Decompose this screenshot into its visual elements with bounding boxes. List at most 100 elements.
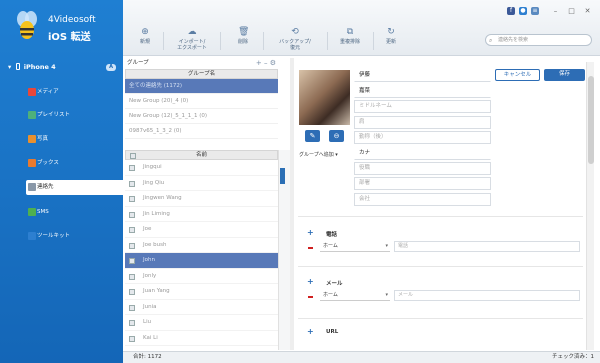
contact-checkbox[interactable] (129, 258, 135, 264)
group-row[interactable]: New Group (20)_4 (0) (125, 94, 278, 109)
app-logo: 4Videosoft iOS 転送 (14, 6, 129, 46)
job-title-field[interactable]: 役職 (354, 162, 491, 175)
contact-row[interactable]: Junia (125, 300, 278, 315)
search-input[interactable]: ⌕ 連絡先を検索 (485, 34, 592, 46)
contact-checkbox[interactable] (129, 227, 135, 233)
feedback-icon[interactable]: ≡ (531, 7, 539, 15)
contact-checkbox[interactable] (129, 289, 135, 295)
expand-triangle-icon[interactable]: ▾ (8, 63, 11, 71)
minimize-icon[interactable]: – (551, 7, 560, 16)
contact-checkbox[interactable] (129, 242, 135, 249)
name-column-header[interactable]: 名前 (125, 150, 278, 160)
sidebar-item-books[interactable]: ブックス (26, 156, 123, 171)
name-column-label: 名前 (195, 152, 207, 158)
toolkit-icon (28, 232, 36, 240)
mail-type-value: ホーム (323, 292, 338, 298)
contact-checkbox[interactable] (129, 273, 135, 280)
group-select[interactable]: グループへ追加 ▾ (299, 151, 351, 160)
dedupe-label: 重複排除 (339, 39, 360, 45)
contact-checkbox[interactable] (129, 211, 135, 218)
title-field[interactable]: 肩 (354, 116, 491, 129)
mail-type-select[interactable]: ホーム ▾ (320, 290, 390, 301)
device-row[interactable]: ▾ iPhone 4 A (8, 63, 120, 73)
cancel-button[interactable]: キャンセル (495, 69, 540, 81)
edit-icon: ✎ (309, 132, 316, 140)
select-all-checkbox[interactable] (130, 153, 136, 159)
contact-row[interactable]: John (125, 253, 278, 269)
phone-input[interactable]: 電話 (394, 241, 580, 252)
phone-type-select[interactable]: ホーム ▾ (320, 241, 390, 252)
contact-row[interactable]: Jingqui (125, 160, 278, 176)
save-button[interactable]: 保存 (544, 69, 585, 81)
detail-scrollbar[interactable] (586, 62, 594, 350)
mail-input[interactable]: メール (394, 290, 580, 301)
import-export-button[interactable]: ☁ インポート/ エクスポート (171, 27, 213, 51)
add-phone-icon[interactable]: + (307, 228, 314, 237)
remove-phone-icon[interactable] (308, 247, 313, 249)
add-group-icon[interactable]: + (256, 59, 262, 67)
group-row[interactable]: 0987v65_1_3_2 (0) (125, 124, 278, 139)
chat-icon[interactable]: ● (519, 7, 527, 15)
kana-field[interactable]: カナ (354, 147, 491, 160)
new-label: 新規 (139, 39, 150, 45)
contact-row[interactable]: Jingwen Wang (125, 191, 278, 207)
groups-panel: グループ + – ⚙ グループ名 全ての連絡先 (1172) New Group… (125, 58, 278, 139)
add-mail-icon[interactable]: + (307, 277, 314, 286)
contact-checkbox[interactable] (129, 304, 135, 311)
remove-photo-button[interactable]: ⊖ (329, 130, 344, 142)
contact-name: Jingqui (143, 164, 162, 170)
delete-button[interactable]: 🗑 削除 (235, 27, 251, 45)
url-section-title: URL (326, 329, 339, 335)
contact-checkbox[interactable] (129, 335, 135, 342)
scrollbar-thumb[interactable] (588, 76, 594, 164)
contact-row[interactable]: Joe bush (125, 238, 278, 253)
close-icon[interactable]: ✕ (583, 7, 592, 16)
total-count: 合計: 1172 (133, 354, 162, 360)
backup-restore-button[interactable]: ⟲ バックアップ/ 復元 (273, 27, 317, 51)
pronunciation-field[interactable]: 勤称（後） (354, 131, 491, 144)
edit-photo-button[interactable]: ✎ (305, 130, 320, 142)
group-name-column-header[interactable]: グループ名 (125, 69, 278, 79)
add-url-icon[interactable]: + (307, 327, 314, 336)
cloud-icon: ☁ (187, 27, 197, 37)
maximize-icon[interactable]: □ (567, 7, 576, 16)
sidebar-item-media[interactable]: メディア (26, 85, 123, 100)
sidebar: 4Videosoft iOS 転送 ▾ iPhone 4 A メディア プレイリ… (0, 0, 123, 363)
sidebar-item-sms[interactable]: SMS (26, 205, 123, 220)
middle-name-field[interactable]: ミドルネーム (354, 100, 491, 113)
company-field[interactable]: 会社 (354, 193, 491, 206)
sidebar-item-photos[interactable]: 写真 (26, 132, 123, 147)
contact-row[interactable]: Jing Qiu (125, 176, 278, 191)
contact-row[interactable]: Jonly (125, 269, 278, 284)
sidebar-item-playlist[interactable]: プレイリスト (26, 108, 123, 123)
list-scrollbar[interactable] (290, 58, 294, 350)
refresh-button[interactable]: ↻ 更新 (381, 27, 401, 45)
new-button[interactable]: ⊕ 新規 (137, 27, 153, 45)
department-field[interactable]: 部署 (354, 177, 491, 190)
contact-checkbox[interactable] (129, 320, 135, 326)
remove-mail-icon[interactable] (308, 296, 313, 298)
group-row[interactable]: New Group (12)_5_1_1_1 (0) (125, 109, 278, 124)
contact-checkbox[interactable] (129, 165, 135, 171)
contact-row[interactable]: Juan Yang (125, 284, 278, 300)
facebook-icon[interactable]: f (507, 7, 515, 15)
dedupe-button[interactable]: ⧉ 重複排除 (335, 27, 365, 45)
remove-group-icon[interactable]: – (264, 59, 268, 67)
contact-row[interactable]: Joe (125, 222, 278, 238)
first-name-field[interactable]: 嘉菜 (354, 85, 491, 98)
contact-checkbox[interactable] (129, 196, 135, 202)
settings-icon[interactable]: ⚙ (270, 59, 276, 67)
contact-row[interactable]: Kai Li (125, 331, 278, 346)
contact-row[interactable]: Jin Liming (125, 207, 278, 222)
contact-checkbox[interactable] (129, 180, 135, 187)
url-section: + URL (298, 318, 583, 348)
sidebar-item-toolkit[interactable]: ツールキット (26, 229, 123, 244)
last-name-field[interactable]: 伊藤 (354, 69, 491, 82)
toolbar: f ● ≡ – □ ✕ ⊕ 新規 ☁ インポート/ エクスポート 🗑 削除 ⟲ … (123, 0, 600, 56)
group-row[interactable]: 全ての連絡先 (1172) (125, 79, 278, 94)
sidebar-item-label: ツールキット (37, 233, 71, 239)
alphabet-index[interactable] (278, 150, 290, 350)
contact-row[interactable]: Liu (125, 315, 278, 331)
sidebar-item-contacts[interactable]: 連絡先 (26, 180, 123, 195)
device-icon (15, 63, 20, 70)
